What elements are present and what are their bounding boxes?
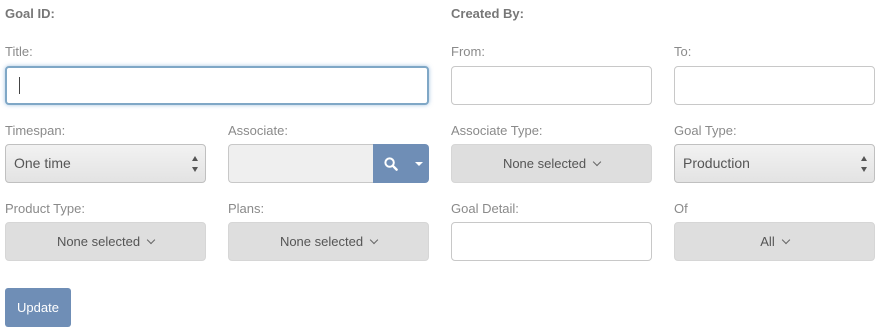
chevron-down-icon [781,235,790,244]
product-type-value: None selected [56,234,141,249]
updown-arrows-icon [191,156,199,172]
plans-value: None selected [279,234,364,249]
to-label: To: [674,44,692,59]
goal-type-label: Goal Type: [674,123,737,138]
text-cursor [19,77,20,94]
updown-arrows-icon [860,156,868,172]
of-multiselect[interactable]: All [674,222,875,261]
created-by-label: Created By: [451,6,524,21]
associate-input[interactable] [228,144,373,183]
timespan-value: One time [14,155,71,171]
caret-down-icon[interactable] [409,144,429,183]
of-label: Of [674,201,688,216]
chevron-down-icon [592,157,602,166]
product-type-multiselect[interactable]: None selected [5,222,206,261]
from-label: From: [451,44,485,59]
goal-type-select[interactable]: Production [674,144,875,183]
associate-type-value: None selected [502,156,587,171]
associate-search-button[interactable] [373,144,429,183]
title-label: Title: [5,44,33,59]
timespan-label: Timespan: [5,123,66,138]
goal-type-value: Production [683,155,750,171]
of-value: All [760,234,775,249]
product-type-label: Product Type: [5,201,85,216]
timespan-select[interactable]: One time [5,144,206,183]
plans-multiselect[interactable]: None selected [228,222,429,261]
search-icon[interactable] [373,144,409,183]
goal-detail-input[interactable] [451,222,652,261]
from-date-input[interactable] [451,66,652,105]
chevron-down-icon [146,235,156,244]
plans-label: Plans: [228,201,265,216]
associate-label: Associate: [228,123,288,138]
to-date-input[interactable] [674,66,875,105]
associate-type-multiselect[interactable]: None selected [451,144,652,183]
goal-id-label: Goal ID: [5,6,55,21]
associate-type-label: Associate Type: [451,123,543,138]
goal-detail-label: Goal Detail: [451,201,519,216]
update-button[interactable]: Update [5,288,71,327]
title-input[interactable] [5,66,429,105]
chevron-down-icon [369,235,379,244]
